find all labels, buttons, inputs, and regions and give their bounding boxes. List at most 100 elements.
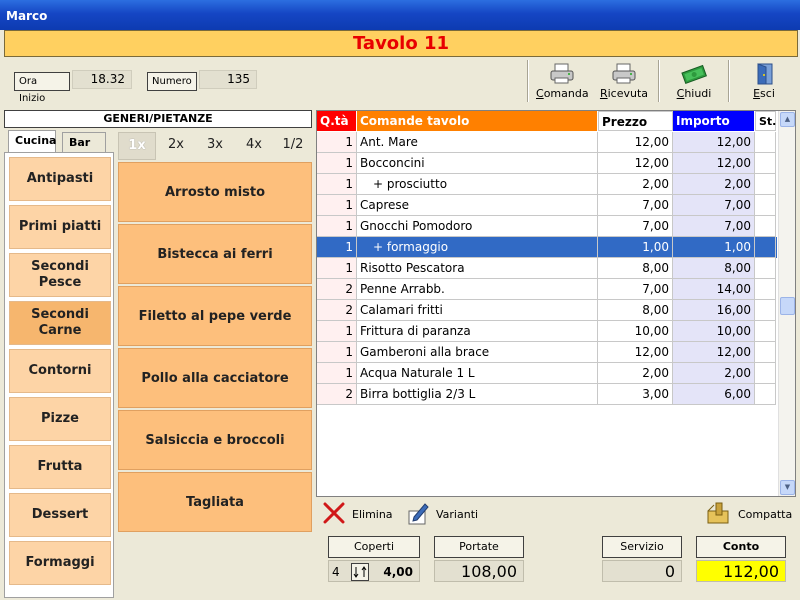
delete-x-icon (322, 502, 346, 527)
multiplier-2x-button[interactable]: 2x (157, 132, 195, 160)
compatta-label: Compatta (738, 507, 793, 521)
table-row[interactable]: 1 + prosciutto 2,00 2,00 (317, 174, 777, 195)
window-title: Marco (6, 9, 48, 23)
category-formaggi-button[interactable]: Formaggi (9, 541, 111, 585)
row-importo: 2,00 (673, 174, 755, 195)
scroll-thumb[interactable] (780, 297, 795, 315)
row-prezzo: 8,00 (598, 300, 673, 321)
table-row[interactable]: 2 Penne Arrabb. 7,00 14,00 (317, 279, 777, 300)
category-primi-button[interactable]: Primi piatti (9, 205, 111, 249)
row-st (755, 132, 776, 153)
row-qta: 2 (317, 279, 357, 300)
row-importo: 10,00 (673, 321, 755, 342)
comanda-button[interactable]: Comanda (536, 62, 589, 104)
table-row[interactable]: 2 Calamari fritti 8,00 16,00 (317, 300, 777, 321)
compatta-button[interactable]: Compatta (706, 500, 792, 528)
row-prezzo: 12,00 (598, 342, 673, 363)
category-contorni-button[interactable]: Contorni (9, 349, 111, 393)
table-row[interactable]: 1 + formaggio 1,00 1,00 (317, 237, 777, 258)
varianti-button[interactable]: Varianti (406, 500, 478, 528)
dish-arrosto-misto-button[interactable]: Arrosto misto (118, 162, 312, 222)
table-row[interactable]: 2 Birra bottiglia 2/3 L 3,00 6,00 (317, 384, 777, 405)
coperti-field: 4 4,00 (328, 560, 420, 582)
category-dessert-button[interactable]: Dessert (9, 493, 111, 537)
row-st (755, 279, 776, 300)
printer-icon (611, 63, 637, 85)
dish-tagliata-button[interactable]: Tagliata (118, 472, 312, 532)
page-title: Tavolo 11 (352, 33, 450, 54)
row-st (755, 363, 776, 384)
category-secondi-pesce-button[interactable]: Secondi Pesce (9, 253, 111, 297)
dish-bistecca-button[interactable]: Bistecca ai ferri (118, 224, 312, 284)
multiplier-4x-button[interactable]: 4x (235, 132, 273, 160)
table-row[interactable]: 1 Risotto Pescatora 8,00 8,00 (317, 258, 777, 279)
category-list: Antipasti Primi piatti Secondi Pesce Sec… (4, 152, 114, 598)
row-qta: 1 (317, 174, 357, 195)
category-pizze-button[interactable]: Pizze (9, 397, 111, 441)
table-row[interactable]: 1 Bocconcini 12,00 12,00 (317, 153, 777, 174)
multiplier-3x-button[interactable]: 3x (196, 132, 234, 160)
table-row[interactable]: 1 Frittura di paranza 10,00 10,00 (317, 321, 777, 342)
row-qta: 1 (317, 132, 357, 153)
table-row[interactable]: 1 Caprese 7,00 7,00 (317, 195, 777, 216)
row-qta: 1 (317, 258, 357, 279)
coperti-count: 4 (332, 565, 340, 579)
table-row[interactable]: 1 Ant. Mare 12,00 12,00 (317, 132, 777, 153)
ricevuta-button[interactable]: Ricevuta (598, 62, 650, 104)
dish-salsiccia-button[interactable]: Salsiccia e broccoli (118, 410, 312, 470)
column-header-prezzo: Prezzo (598, 111, 673, 131)
row-st (755, 342, 776, 363)
action-bar: Elimina Varianti Compatta (316, 498, 796, 530)
coperti-stepper-icon[interactable] (351, 563, 369, 581)
category-frutta-button[interactable]: Frutta (9, 445, 111, 489)
row-description: Calamari fritti (357, 300, 598, 321)
row-description: Birra bottiglia 2/3 L (357, 384, 598, 405)
window-title-bar: Marco (0, 0, 800, 30)
row-st (755, 195, 776, 216)
row-importo: 14,00 (673, 279, 755, 300)
order-table: Q.tà Comande tavolo Prezzo Importo St. 1… (316, 110, 796, 497)
row-qta: 1 (317, 216, 357, 237)
column-header-st: St. (755, 111, 776, 131)
table-header-banner: Tavolo 11 (4, 30, 798, 57)
scroll-down-arrow-icon[interactable]: ▼ (780, 480, 795, 495)
row-st (755, 216, 776, 237)
category-antipasti-button[interactable]: Antipasti (9, 157, 111, 201)
generi-pietanze-title: GENERI/PIETANZE (4, 110, 312, 128)
totals-bar: Coperti 4 4,00 Portate 108,00 Servizio 0… (316, 530, 796, 596)
portate-label: Portate (434, 536, 524, 558)
table-row[interactable]: 1 Gnocchi Pomodoro 7,00 7,00 (317, 216, 777, 237)
row-prezzo: 12,00 (598, 132, 673, 153)
row-st (755, 300, 776, 321)
scroll-up-arrow-icon[interactable]: ▲ (780, 112, 795, 127)
dish-filetto-button[interactable]: Filetto al pepe verde (118, 286, 312, 346)
esci-button[interactable]: Esci (738, 62, 790, 104)
multiplier-half-button[interactable]: 1/2 (274, 132, 312, 160)
multiplier-1x-button[interactable]: 1x (118, 132, 156, 160)
tab-bar[interactable]: Bar (62, 132, 106, 152)
coperti-value: 4,00 (383, 565, 413, 579)
dish-pollo-button[interactable]: Pollo alla cacciatore (118, 348, 312, 408)
row-prezzo: 7,00 (598, 216, 673, 237)
door-icon (751, 63, 777, 85)
servizio-value: 0 (602, 560, 682, 582)
tab-cucina[interactable]: Cucina (8, 130, 56, 152)
row-qta: 1 (317, 153, 357, 174)
money-icon (681, 63, 707, 85)
row-description: Bocconcini (357, 153, 598, 174)
category-secondi-carne-button[interactable]: Secondi Carne (9, 301, 111, 345)
row-qta: 1 (317, 195, 357, 216)
table-row[interactable]: 1 Acqua Naturale 1 L 2,00 2,00 (317, 363, 777, 384)
row-qta: 2 (317, 384, 357, 405)
row-st (755, 321, 776, 342)
table-scrollbar[interactable]: ▲ ▼ (778, 111, 795, 496)
varianti-label: Varianti (436, 507, 479, 521)
chiudi-button[interactable]: Chiudi (668, 62, 720, 104)
elimina-button[interactable]: Elimina (322, 500, 393, 528)
coperti-button[interactable]: Coperti (328, 536, 420, 558)
row-importo: 16,00 (673, 300, 755, 321)
conto-label: Conto (696, 536, 786, 558)
table-row[interactable]: 1 Gamberoni alla brace 12,00 12,00 (317, 342, 777, 363)
row-importo: 7,00 (673, 195, 755, 216)
compress-icon (706, 501, 732, 528)
